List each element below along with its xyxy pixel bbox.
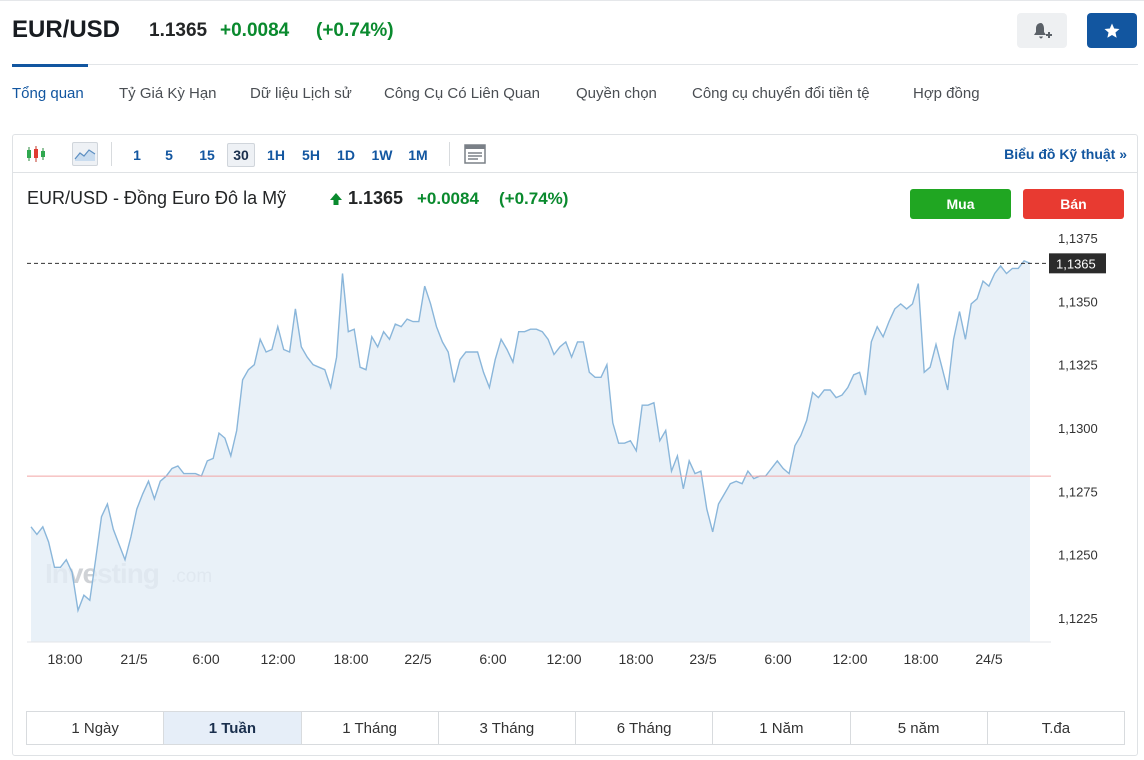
tab-related-instruments[interactable]: Công Cụ Có Liên Quan [384, 85, 540, 102]
interval-15-button[interactable]: 15 [194, 143, 220, 167]
interval-1m-button[interactable]: 1M [403, 143, 433, 167]
range-button-0[interactable]: 1 Ngày [27, 712, 165, 744]
y-tick-label: 1,1300 [1058, 421, 1098, 436]
y-tick-label: 1,1225 [1058, 611, 1098, 626]
price-change-percent: (+0.74%) [316, 20, 394, 41]
technical-chart-link[interactable]: Biểu đồ Kỹ thuật » [1004, 146, 1127, 162]
y-tick-label: 1,1375 [1058, 231, 1098, 246]
tab-overview[interactable]: Tổng quan [12, 85, 84, 102]
chart-title: EUR/USD - Đồng Euro Đô la Mỹ [27, 188, 287, 208]
interval-5-button[interactable]: 5 [158, 143, 180, 167]
bell-plus-icon [1034, 22, 1052, 38]
x-tick-label: 12:00 [546, 651, 581, 667]
chart-settings-button[interactable] [462, 142, 488, 166]
range-button-5[interactable]: 1 Năm [713, 712, 851, 744]
instrument-symbol: EUR/USD [12, 16, 121, 43]
range-button-7[interactable]: T.đa [988, 712, 1124, 744]
x-tick-label: 23/5 [689, 651, 716, 667]
tab-contracts[interactable]: Hợp đồng [913, 85, 980, 102]
layout-icon [464, 144, 486, 164]
quote-header: EUR/USD 1.1365 +0.0084 (+0.74%) [0, 0, 1144, 62]
price-area [31, 260, 1030, 642]
interval-1w-button[interactable]: 1W [366, 143, 398, 167]
price-chart[interactable]: Investing.com1,13751,13501,13251,13001,1… [13, 230, 1137, 700]
x-tick-label: 6:00 [479, 651, 506, 667]
area-chart-button[interactable] [72, 142, 98, 166]
interval-30-button[interactable]: 30 [227, 143, 255, 167]
range-button-1[interactable]: 1 Tuần [164, 712, 302, 744]
tab-currency-converter[interactable]: Công cụ chuyển đổi tiền tệ [692, 85, 870, 102]
interval-5h-button[interactable]: 5H [297, 143, 325, 167]
x-tick-label: 18:00 [47, 651, 82, 667]
toolbar-divider [449, 142, 450, 166]
candlestick-chart-button[interactable] [23, 142, 49, 166]
chart-last-price: 1.1365 [348, 188, 404, 208]
y-tick-label: 1,1350 [1058, 294, 1098, 309]
buy-button[interactable]: Mua [910, 189, 1011, 219]
range-button-6[interactable]: 5 năm [851, 712, 988, 744]
time-range-selector: 1 Ngày 1 Tuần 1 Tháng 3 Tháng 6 Tháng 1 Năm 5 … [26, 711, 1125, 745]
tab-forward-rates[interactable]: Tỷ Giá Kỳ Hạn [119, 85, 217, 102]
y-tick-label: 1,1250 [1058, 548, 1098, 563]
x-tick-label: 12:00 [260, 651, 295, 667]
star-icon [1104, 23, 1120, 38]
add-to-watchlist-button[interactable] [1087, 13, 1137, 48]
range-button-3[interactable]: 3 Tháng [439, 712, 576, 744]
tab-options[interactable]: Quyền chọn [576, 85, 657, 102]
x-tick-label: 6:00 [192, 651, 219, 667]
chart-price-change: +0.0084 [417, 189, 479, 208]
tab-historical-data[interactable]: Dữ liệu Lịch sử [250, 85, 352, 102]
range-button-2[interactable]: 1 Tháng [302, 712, 439, 744]
chart-panel: 1 5 15 30 1H 5H 1D 1W 1M Biểu đồ Kỹ thuật » EUR/… [12, 134, 1138, 756]
sell-button[interactable]: Bán [1023, 189, 1124, 219]
candlestick-icon [27, 146, 45, 162]
area-chart-icon [74, 149, 96, 161]
last-price: 1.1365 [149, 20, 208, 41]
price-change: +0.0084 [220, 20, 290, 41]
up-arrow-icon [330, 193, 342, 205]
y-tick-label: 1,1325 [1058, 358, 1098, 373]
section-tabs: Tổng quan Tỷ Giá Kỳ Hạn Dữ liệu Lịch sử … [0, 64, 1144, 124]
chart-toolbar: 1 5 15 30 1H 5H 1D 1W 1M Biểu đồ Kỹ thuật » [13, 135, 1137, 173]
y-tick-label: 1,1275 [1058, 484, 1098, 499]
current-price-label: 1,1365 [1056, 256, 1096, 271]
x-tick-label: 22/5 [404, 651, 431, 667]
range-button-4[interactable]: 6 Tháng [576, 712, 714, 744]
interval-1-button[interactable]: 1 [126, 143, 148, 167]
add-alert-button[interactable] [1017, 13, 1067, 48]
x-tick-label: 21/5 [120, 651, 147, 667]
x-tick-label: 6:00 [764, 651, 791, 667]
interval-1h-button[interactable]: 1H [263, 143, 289, 167]
chart-price-change-percent: (+0.74%) [499, 189, 569, 208]
toolbar-divider [111, 142, 112, 166]
interval-1d-button[interactable]: 1D [333, 143, 359, 167]
x-tick-label: 18:00 [333, 651, 368, 667]
x-tick-label: 18:00 [618, 651, 653, 667]
x-tick-label: 24/5 [975, 651, 1002, 667]
active-tab-indicator [12, 64, 88, 67]
x-tick-label: 18:00 [903, 651, 938, 667]
x-tick-label: 12:00 [832, 651, 867, 667]
